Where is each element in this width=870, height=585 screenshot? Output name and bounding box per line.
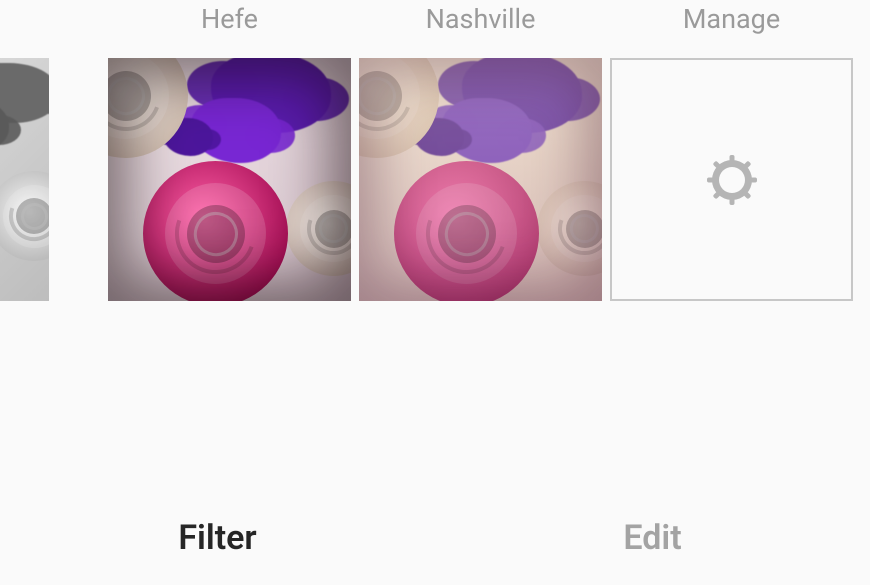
filter-label: Manage — [683, 0, 780, 38]
thumbnail-image — [0, 58, 49, 301]
filter-thumbnail[interactable] — [0, 58, 49, 301]
thumbnail-image — [108, 58, 351, 301]
filter-item-nashville[interactable]: Nashville — [359, 0, 602, 301]
tab-filter[interactable]: Filter — [0, 490, 435, 585]
filter-label: Hefe — [201, 0, 258, 38]
filter-label: Nashville — [426, 0, 536, 38]
filter-item-manage[interactable]: Manage — [610, 0, 853, 301]
tab-edit[interactable]: Edit — [435, 490, 870, 585]
thumbnail-image — [359, 58, 602, 301]
gear-icon — [704, 152, 760, 208]
filter-item-hefe[interactable]: Hefe — [108, 0, 351, 301]
bottom-tab-bar: Filter Edit — [0, 490, 870, 585]
manage-filters-tile[interactable] — [610, 58, 853, 301]
filter-thumbnail[interactable] — [108, 58, 351, 301]
filter-thumbnail[interactable] — [359, 58, 602, 301]
filter-carousel[interactable]: ell Hefe Nashville — [0, 0, 870, 300]
filter-item-inkwell[interactable]: ell — [0, 0, 49, 301]
